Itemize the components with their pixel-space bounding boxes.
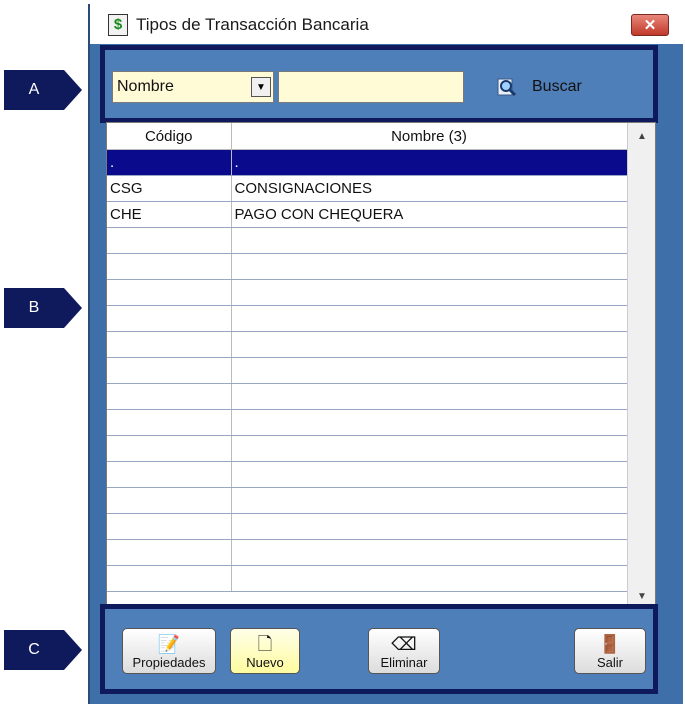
table-row[interactable]: .. [107, 149, 628, 176]
cell-nombre: . [231, 149, 628, 176]
cell-nombre [231, 435, 628, 462]
cell-codigo [107, 227, 232, 254]
cell-codigo [107, 539, 232, 566]
cell-codigo [107, 565, 232, 592]
cell-nombre [231, 305, 628, 332]
cell-codigo [107, 461, 232, 488]
callout-c: C [4, 630, 82, 670]
empty-row[interactable] [107, 513, 628, 540]
callout-a-arrow [64, 70, 82, 110]
cell-codigo [107, 253, 232, 280]
cell-codigo: CSG [107, 175, 232, 202]
cell-codigo [107, 331, 232, 358]
callout-a-label: A [4, 70, 64, 110]
cell-nombre [231, 253, 628, 280]
empty-row[interactable] [107, 539, 628, 566]
cell-nombre [231, 513, 628, 540]
empty-row[interactable] [107, 253, 628, 280]
cell-nombre [231, 487, 628, 514]
cell-nombre [231, 279, 628, 306]
grid-body: .. CSG CONSIGNACIONES CHE PAGO CON CHEQUERA [107, 149, 628, 592]
cell-nombre [231, 227, 628, 254]
callout-a: A [4, 70, 82, 110]
callout-b: B [4, 288, 82, 328]
cell-nombre [231, 539, 628, 566]
transaction-types-grid: Código Nombre (3) .. CSG CONSIGNACIONES CHE… [106, 122, 656, 610]
callout-c-arrow [64, 630, 82, 670]
cell-nombre [231, 357, 628, 384]
table-row[interactable]: CHE PAGO CON CHEQUERA [107, 201, 628, 228]
cell-nombre [231, 331, 628, 358]
window-title: Tipos de Transacción Bancaria [136, 15, 369, 34]
empty-row[interactable] [107, 409, 628, 436]
grid-table: Código Nombre (3) .. CSG CONSIGNACIONES CHE… [107, 123, 628, 592]
cell-codigo [107, 513, 232, 540]
close-button[interactable]: ✕ [631, 14, 669, 36]
cell-codigo [107, 357, 232, 384]
empty-row[interactable] [107, 435, 628, 462]
callout-b-arrow [64, 288, 82, 328]
cell-codigo [107, 279, 232, 306]
empty-row[interactable] [107, 279, 628, 306]
scroll-up-icon[interactable]: ▲ [628, 125, 655, 147]
table-row[interactable]: CSG CONSIGNACIONES [107, 175, 628, 202]
cell-codigo: CHE [107, 201, 232, 228]
empty-row[interactable] [107, 331, 628, 358]
cell-nombre: PAGO CON CHEQUERA [231, 201, 628, 228]
cell-codigo [107, 409, 232, 436]
callout-b-label: B [4, 288, 64, 328]
empty-row[interactable] [107, 565, 628, 592]
cell-codigo [107, 383, 232, 410]
dialog-window: $ Tipos de Transacción Bancaria ✕ Nombre… [88, 4, 683, 704]
empty-row[interactable] [107, 305, 628, 332]
highlight-frame-a [100, 45, 658, 123]
vertical-scrollbar[interactable]: ▲ ▼ [627, 123, 655, 609]
empty-row[interactable] [107, 383, 628, 410]
empty-row[interactable] [107, 227, 628, 254]
grid-header: Código Nombre (3) [107, 123, 628, 150]
cell-nombre: CONSIGNACIONES [231, 175, 628, 202]
cell-codigo [107, 305, 232, 332]
empty-row[interactable] [107, 487, 628, 514]
cell-codigo [107, 487, 232, 514]
highlight-frame-c [100, 604, 658, 694]
empty-row[interactable] [107, 461, 628, 488]
cell-nombre [231, 409, 628, 436]
money-document-icon: $ [108, 14, 128, 36]
cell-nombre [231, 461, 628, 488]
cell-nombre [231, 565, 628, 592]
cell-codigo: . [107, 149, 232, 176]
empty-row[interactable] [107, 357, 628, 384]
title-bar[interactable]: $ Tipos de Transacción Bancaria ✕ [90, 4, 683, 44]
callout-c-label: C [4, 630, 64, 670]
column-header-codigo[interactable]: Código [107, 123, 232, 150]
cell-nombre [231, 383, 628, 410]
cell-codigo [107, 435, 232, 462]
column-header-nombre[interactable]: Nombre (3) [231, 123, 628, 150]
